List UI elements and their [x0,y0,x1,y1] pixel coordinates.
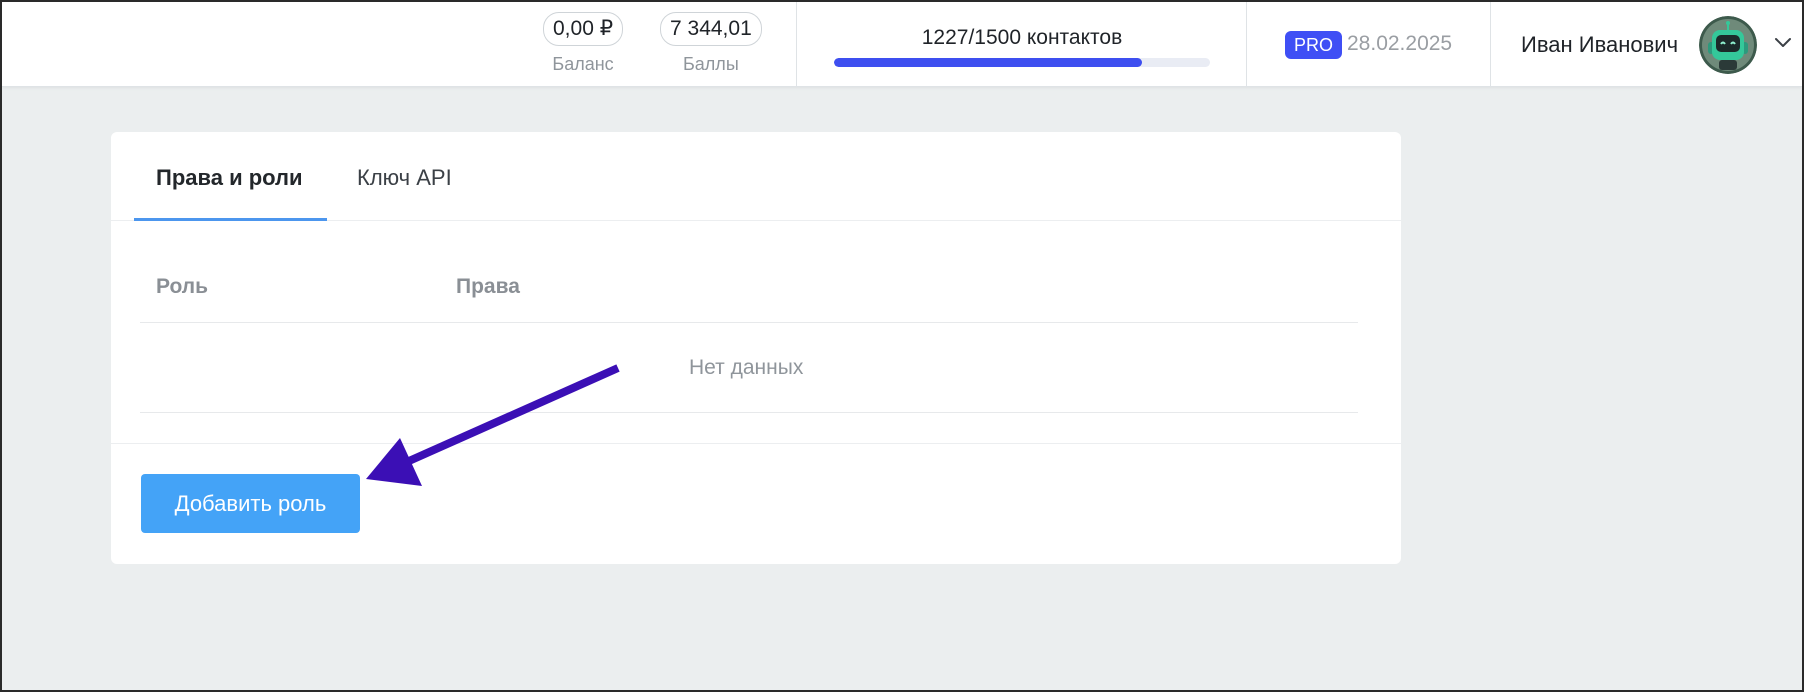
header-divider [1490,2,1491,87]
plan-expiry-date: 28.02.2025 [1347,32,1453,55]
balance-value: 0,00 ₽ [543,12,624,46]
table-divider [140,322,1358,323]
user-name[interactable]: Иван Иванович [1521,32,1678,58]
roles-card: Права и роли Ключ API Роль Права Нет дан… [111,132,1401,564]
column-header-permissions: Права [456,275,520,298]
balance-widget[interactable]: 0,00 ₽ Баланс [543,12,624,75]
table-divider [140,412,1358,413]
points-widget[interactable]: 7 344,01 Баллы [660,12,762,75]
column-header-role: Роль [156,275,209,298]
points-label: Баллы [682,54,739,74]
add-role-button[interactable]: Добавить роль [141,474,360,533]
top-bar: 0,00 ₽ Баланс 7 344,01 Баллы 1227/1500 к… [2,2,1802,87]
contacts-usage[interactable]: 1227/1500 контактов [834,26,1210,67]
tab-api-key[interactable]: Ключ API [357,165,452,191]
plan-badge: PRO [1285,31,1343,59]
tab-bar: Права и роли Ключ API [111,132,1401,221]
active-tab-indicator [134,218,327,221]
card-footer-divider [111,443,1401,444]
chevron-down-icon[interactable] [1774,36,1792,54]
empty-state-text: Нет данных [689,356,804,379]
contacts-usage-text: 1227/1500 контактов [921,26,1123,49]
app-frame: 0,00 ₽ Баланс 7 344,01 Баллы 1227/1500 к… [0,0,1804,692]
robot-avatar-icon[interactable] [1699,16,1757,74]
contacts-progress-fill [834,58,1142,67]
header-divider [796,2,797,87]
tab-permissions-roles[interactable]: Права и роли [156,165,303,191]
contacts-progress-bar [834,58,1210,67]
balance-label: Баланс [552,54,614,74]
points-value: 7 344,01 [660,12,762,46]
header-divider [1246,2,1247,87]
